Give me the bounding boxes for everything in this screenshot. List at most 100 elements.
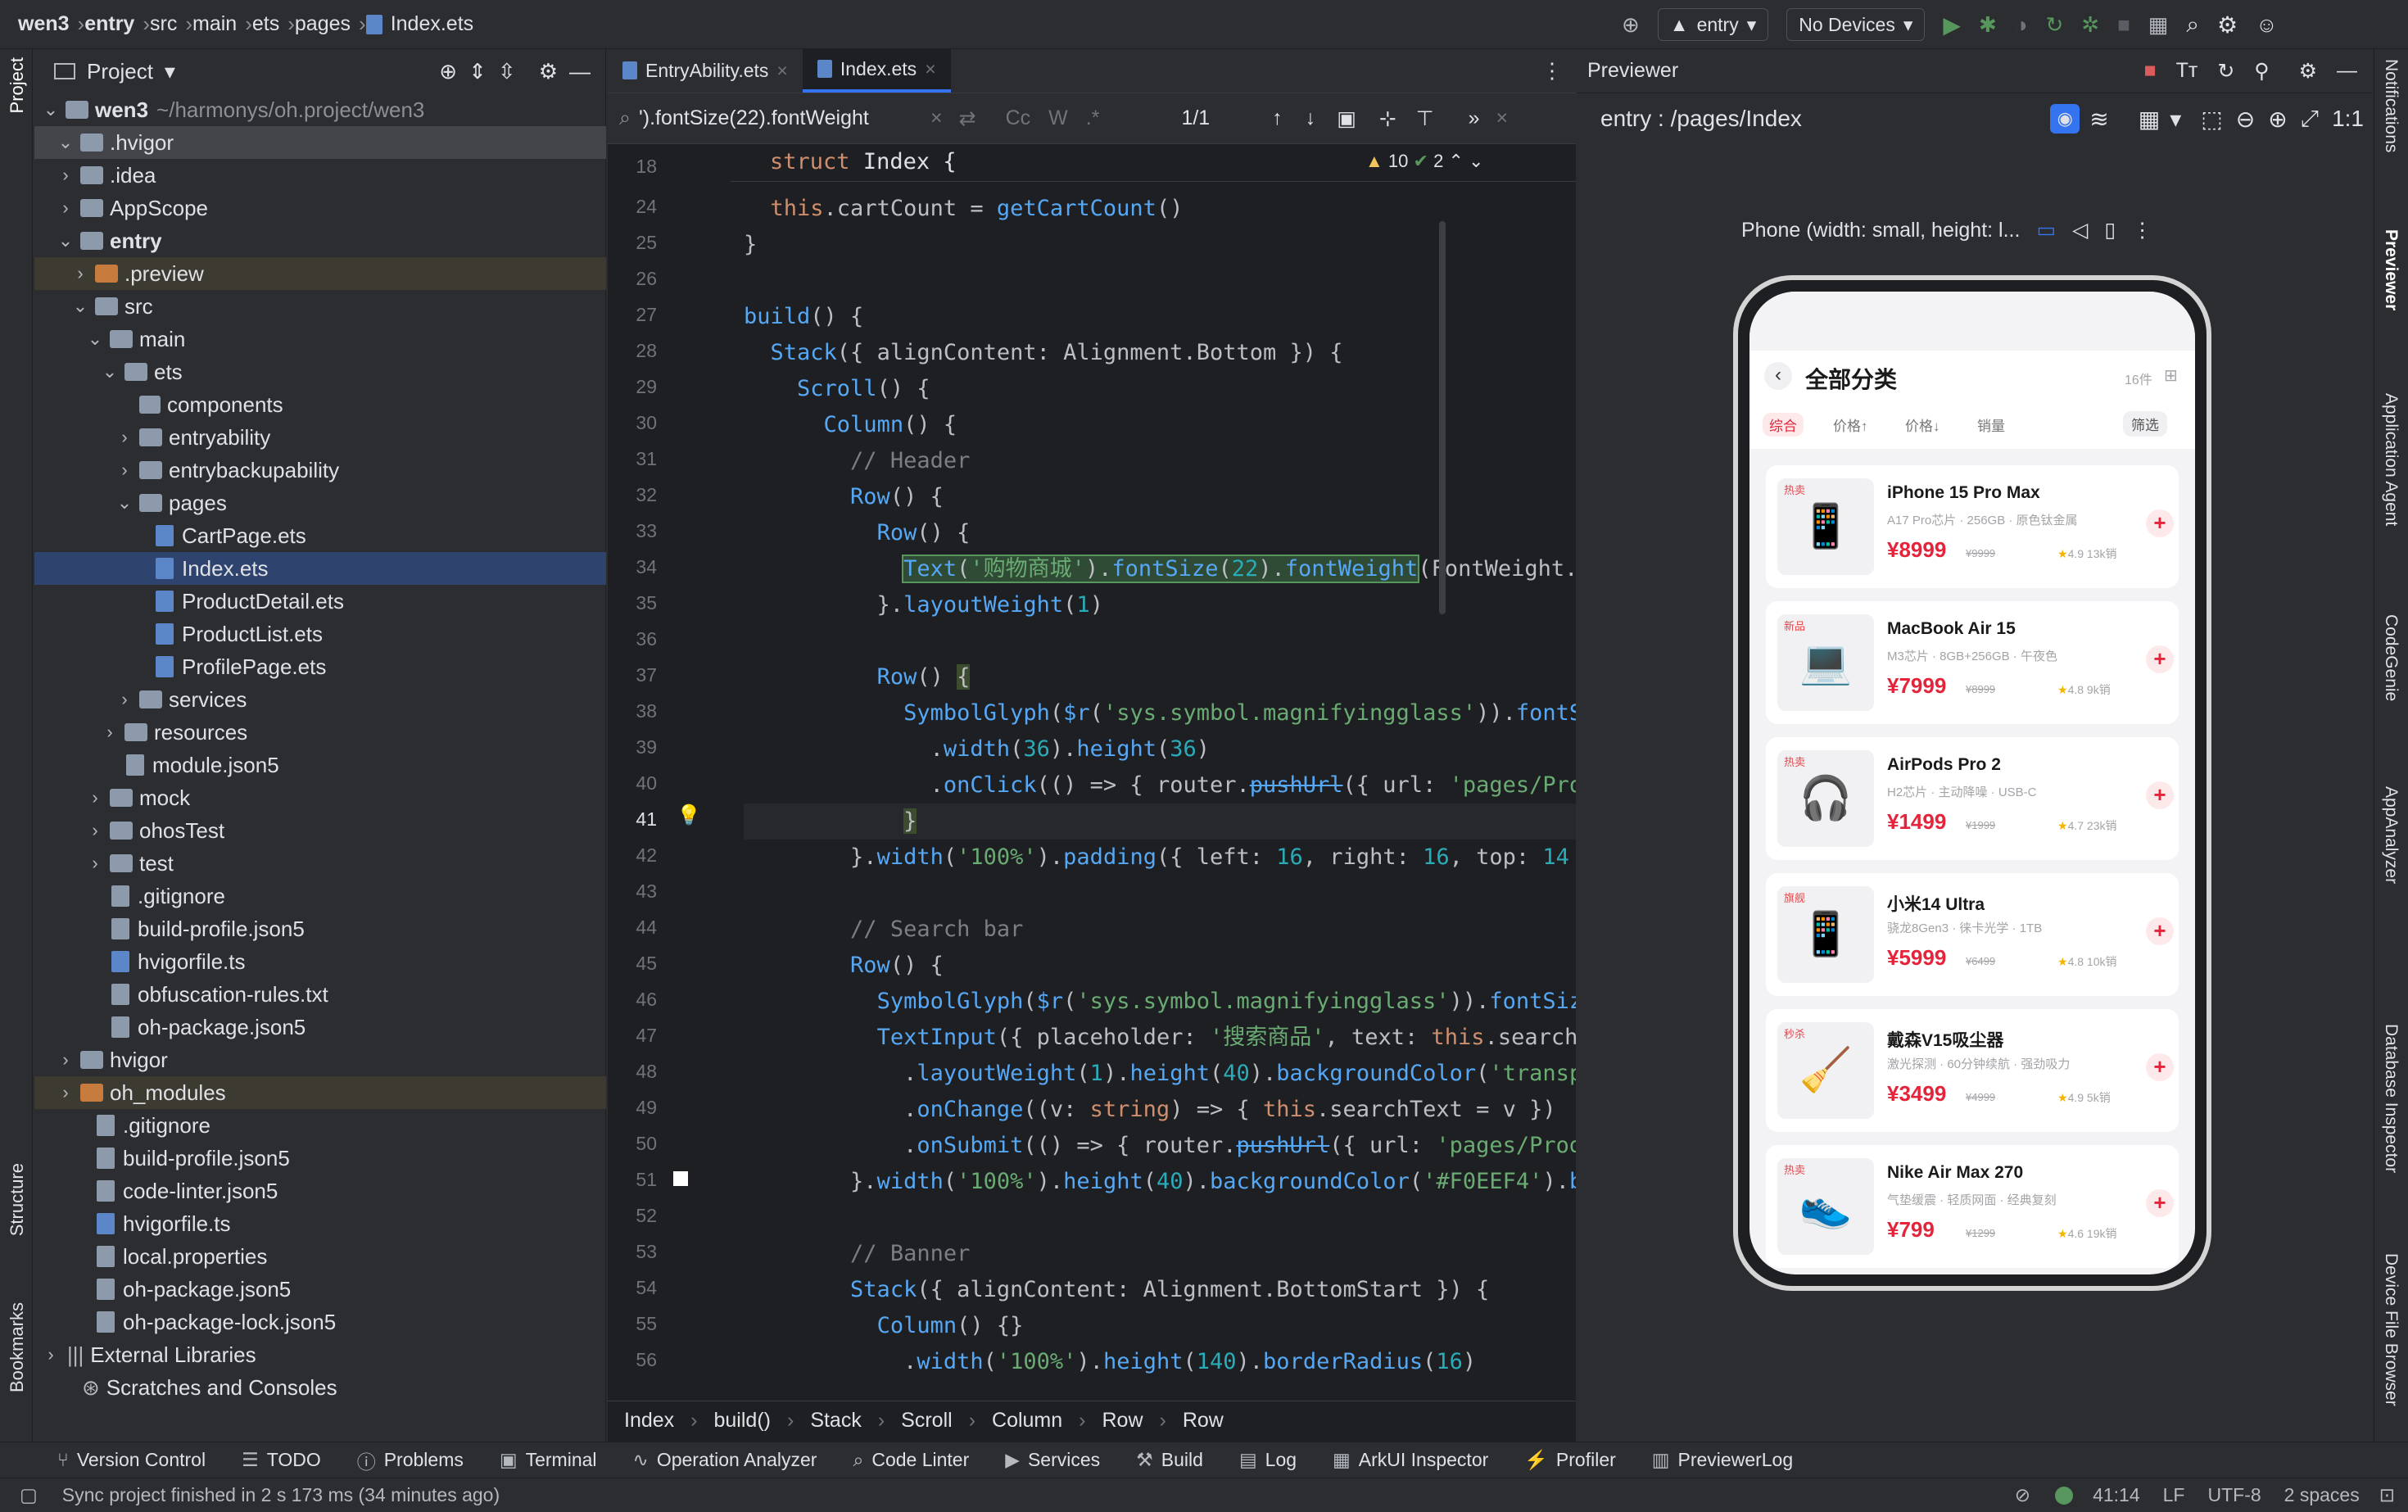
add-to-cart-button[interactable]: + [2146,781,2174,809]
chevron-up-icon[interactable]: ⌃ [1448,151,1463,171]
tree-item[interactable]: CartPage.ets [34,519,606,552]
collapse-all-icon[interactable]: ⇳ [498,59,516,84]
debug-icon[interactable]: ✱ [1979,12,1997,38]
fit-icon[interactable]: ⤢ [2301,106,2319,133]
refresh-icon[interactable]: ↻ [2217,59,2234,84]
select-all-icon[interactable]: ▣ [1337,106,1356,131]
run-icon[interactable]: ▶ [1943,11,1961,38]
chevron-down-icon[interactable]: ⌄ [100,361,120,383]
stop-icon[interactable]: ■ [2117,12,2130,38]
tree-item[interactable]: Index.ets [34,552,606,585]
minimize-icon[interactable]: — [2337,59,2357,83]
file-encoding[interactable]: UTF-8 [2207,1484,2261,1506]
profile-icon[interactable]: ✲ [2081,12,2099,38]
tree-item[interactable]: › oh_modules [34,1076,606,1109]
breadcrumb-pages[interactable]: pages [295,12,351,36]
grid-icon[interactable]: ▦ [2139,106,2160,133]
tool-window-button[interactable]: ☰ TODO [242,1449,321,1471]
next-match-icon[interactable]: ↓ [1306,106,1316,130]
close-icon[interactable]: × [925,58,935,80]
tool-window-button[interactable]: ∿ Operation Analyzer [633,1449,817,1471]
warnings-indicator[interactable]: ▲ 10 ✔ 2 ⌃ ⌄ [1365,151,1483,172]
tree-item[interactable]: › ||| External Libraries [34,1338,606,1371]
tree-item[interactable]: › test [34,847,606,880]
tool-window-button[interactable]: ▥ PreviewerLog [1652,1449,1793,1471]
more-vertical-icon[interactable]: ⋮ [1541,48,1576,93]
reload-icon[interactable]: ↻ [2045,12,2063,38]
run-config-select[interactable]: ▲ entry ▾ [1657,8,1769,41]
device-file-browser-tab[interactable]: Device File Browser [2381,1253,2401,1406]
tab-entryability[interactable]: EntryAbility.ets × [608,48,803,93]
expand-all-icon[interactable]: ⇕ [468,59,487,84]
codegenie-tab[interactable]: CodeGenie [2381,614,2401,701]
minimize-icon[interactable]: — [569,59,591,84]
chevron-down-icon[interactable]: ⌄ [85,328,105,350]
tree-item[interactable]: › resources [34,716,606,749]
code-breadcrumb-item[interactable]: Index [624,1409,674,1433]
tree-item[interactable]: oh-package-lock.json5 [34,1306,606,1338]
tree-item[interactable]: ProductDetail.ets [34,585,606,618]
filter-price-desc[interactable]: 价格↓ [1905,414,1940,435]
tool-window-button[interactable]: ▤ Log [1239,1449,1297,1471]
tree-item[interactable]: .gitignore [34,1109,606,1142]
structure-tool-tab[interactable]: Structure [7,1163,28,1236]
breadcrumb-file[interactable]: Index.ets [365,12,473,36]
zoom-in-icon[interactable]: ⊕ [2268,106,2287,133]
tree-item[interactable]: build-profile.json5 [34,1142,606,1175]
chevron-right-icon[interactable]: › [115,427,134,448]
product-card[interactable]: 📱 热卖 iPhone 15 Pro Max A17 Pro芯片 · 256GB · … [1766,465,2179,588]
target-icon[interactable]: ⊕ [1622,12,1640,38]
attach-debugger-icon[interactable]: ◑ [2015,12,2028,38]
lock-icon[interactable]: ⊡ [2379,1484,2395,1506]
project-structure-icon[interactable]: ▦ [2148,12,2169,38]
grid-view-icon[interactable]: ⊞ [2164,365,2178,386]
tool-window-button[interactable]: ⑂ Version Control [57,1449,206,1471]
frame-icon[interactable]: ⬚ [2201,106,2222,133]
tree-item[interactable]: ⊛ Scratches and Consoles [34,1371,606,1404]
database-inspector-tab[interactable]: Database Inspector [2381,1024,2401,1173]
chevron-down-icon[interactable]: ⌄ [70,296,90,317]
tool-window-button[interactable]: ▶ Services [1005,1449,1100,1471]
add-to-cart-button[interactable]: + [2146,645,2174,673]
tree-item[interactable]: ⌄ .hvigor [34,126,606,159]
chevron-right-icon[interactable]: › [41,1344,61,1365]
more-icon[interactable]: » [1469,106,1480,130]
locate-icon[interactable]: ⊕ [439,59,457,84]
tree-item[interactable]: build-profile.json5 [34,912,606,945]
tool-window-button[interactable]: ⓘ Problems [357,1446,464,1474]
cursor-position[interactable]: 41:14 [2093,1484,2140,1506]
user-icon[interactable]: ☺ [2256,12,2278,38]
previewer-tab[interactable]: Previewer [2381,229,2401,310]
regex-toggle[interactable]: .* [1086,106,1100,130]
code-breadcrumb-item[interactable]: Column [992,1409,1062,1433]
stop-preview-icon[interactable]: ■ [2143,59,2156,83]
project-tool-tab[interactable]: Project [7,57,28,113]
tree-item[interactable]: › ohosTest [34,814,606,847]
tool-window-button[interactable]: ▣ Terminal [500,1449,597,1471]
pin-icon[interactable]: ⚲ [2254,59,2269,84]
breadcrumb-ets[interactable]: ets [252,12,279,36]
device-select[interactable]: No Devices ▾ [1786,8,1926,41]
appanalyzer-tab[interactable]: AppAnalyzer [2381,786,2401,884]
chevron-down-icon[interactable]: ⌄ [56,230,75,251]
inspector-toggle-icon[interactable]: ◉ [2050,104,2080,134]
chevron-right-icon[interactable]: › [56,1049,75,1071]
code-breadcrumb-item[interactable]: Scroll [901,1409,953,1433]
close-find-icon[interactable]: × [1496,106,1508,130]
add-to-cart-button[interactable]: + [2146,509,2174,537]
tree-item[interactable]: oh-package.json5 [34,1273,606,1306]
tree-item[interactable]: ⌄ entry [34,224,606,257]
chevron-right-icon[interactable]: › [70,263,90,284]
chevron-right-icon[interactable]: › [85,820,105,841]
tool-window-button[interactable]: ⌕ Code Linter [853,1449,969,1471]
back-triangle-icon[interactable]: ◁ [2072,218,2088,242]
chevron-right-icon[interactable]: › [115,689,134,710]
tree-item[interactable]: ⌄ ets [34,355,606,388]
tree-item[interactable]: › entrybackupability [34,454,606,487]
filter-icon[interactable]: ⊤ [1416,106,1434,131]
chevron-right-icon[interactable]: › [100,722,120,743]
tree-item[interactable]: ⌄ main [34,323,606,355]
code-area[interactable]: this.cartCount = getCartCount()} build() … [731,144,1576,1442]
chevron-right-icon[interactable]: › [115,459,134,481]
product-card[interactable]: 💻 新品 MacBook Air 15 M3芯片 · 8GB+256GB · 午夜色 ¥… [1766,601,2179,724]
